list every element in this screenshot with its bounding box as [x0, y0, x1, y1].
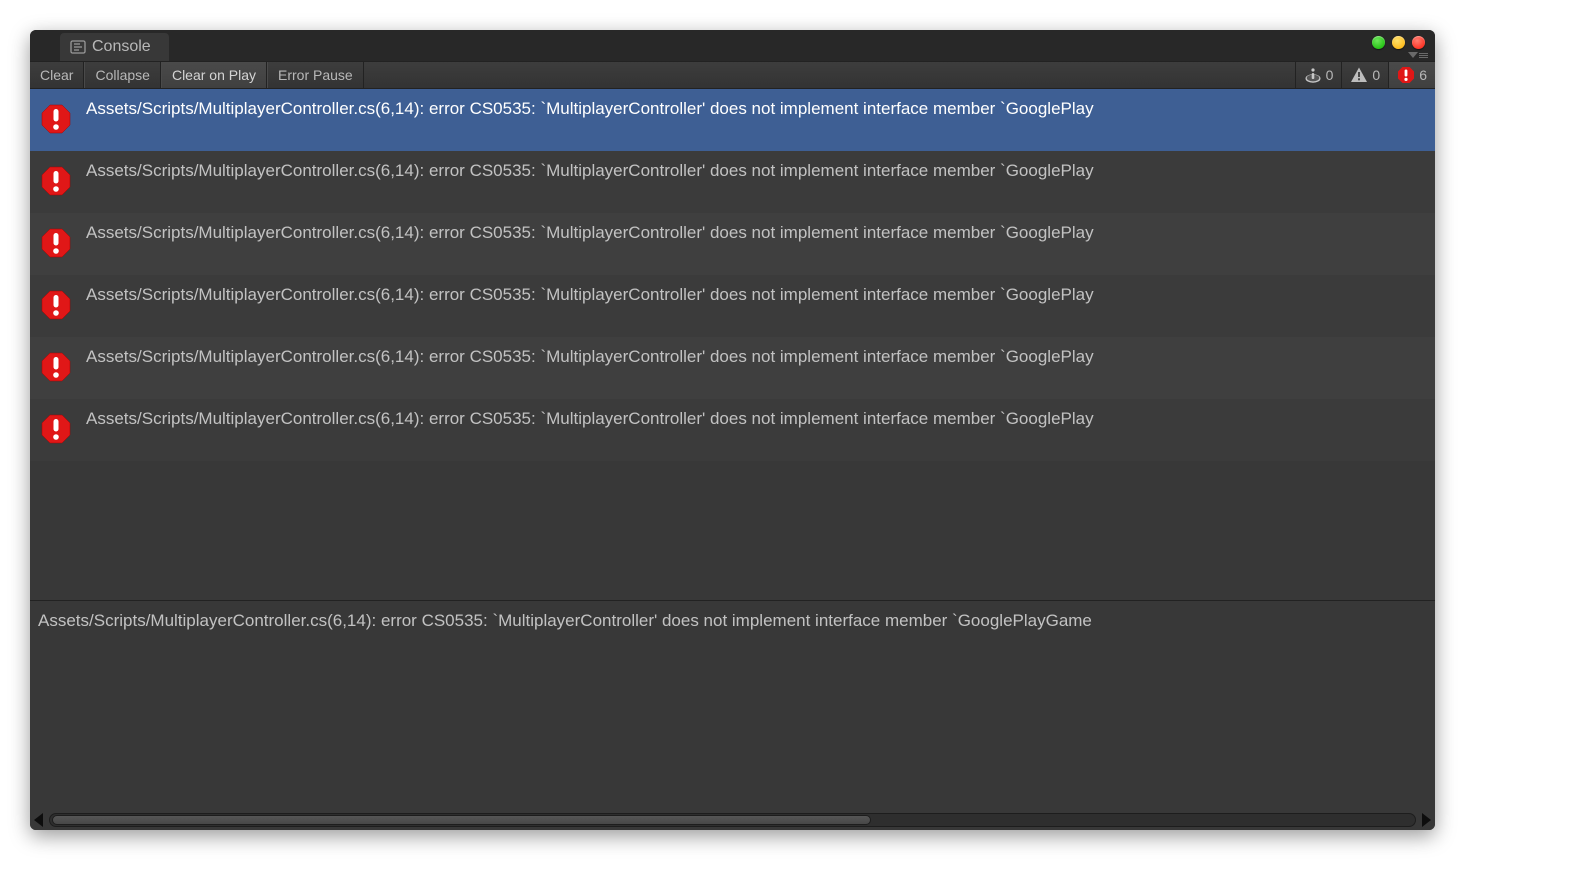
clear-on-play-toggle[interactable]: Clear on Play	[161, 62, 267, 88]
log-message: Assets/Scripts/MultiplayerController.cs(…	[86, 159, 1094, 181]
tab-label: Console	[92, 38, 151, 56]
console-toolbar: Clear Collapse Clear on Play Error Pause…	[30, 61, 1435, 89]
chevron-down-icon	[1408, 52, 1418, 58]
console-window: Console Clear Collapse Clear on Play Err…	[30, 30, 1435, 830]
scrollbar-thumb[interactable]	[52, 815, 871, 825]
error-icon	[40, 351, 72, 383]
scroll-left-arrow-icon[interactable]	[34, 813, 43, 827]
error-icon	[40, 165, 72, 197]
log-row[interactable]: Assets/Scripts/MultiplayerController.cs(…	[30, 337, 1435, 399]
error-icon	[40, 289, 72, 321]
log-row[interactable]: Assets/Scripts/MultiplayerController.cs(…	[30, 399, 1435, 461]
log-list-empty-area	[30, 461, 1435, 600]
scrollbar-trough[interactable]	[49, 813, 1416, 827]
menu-icon	[1419, 53, 1428, 58]
error-filter-toggle[interactable]: 6	[1388, 62, 1435, 88]
window-minimize-button[interactable]	[1392, 36, 1405, 49]
log-row[interactable]: Assets/Scripts/MultiplayerController.cs(…	[30, 151, 1435, 213]
info-icon	[1304, 66, 1322, 84]
tab-bar: Console	[30, 30, 1435, 61]
log-detail-text: Assets/Scripts/MultiplayerController.cs(…	[38, 611, 1092, 630]
log-message: Assets/Scripts/MultiplayerController.cs(…	[86, 283, 1094, 305]
tab-console[interactable]: Console	[60, 33, 169, 61]
warning-icon	[1350, 66, 1368, 84]
log-message: Assets/Scripts/MultiplayerController.cs(…	[86, 97, 1094, 119]
warning-filter-toggle[interactable]: 0	[1341, 62, 1388, 88]
error-count: 6	[1419, 67, 1427, 83]
window-zoom-button[interactable]	[1372, 36, 1385, 49]
log-row[interactable]: Assets/Scripts/MultiplayerController.cs(…	[30, 275, 1435, 337]
panel-options-dropdown[interactable]	[1408, 52, 1428, 58]
window-close-button[interactable]	[1412, 36, 1425, 49]
log-list[interactable]: Assets/Scripts/MultiplayerController.cs(…	[30, 89, 1435, 461]
scroll-right-arrow-icon[interactable]	[1422, 813, 1431, 827]
log-row[interactable]: Assets/Scripts/MultiplayerController.cs(…	[30, 89, 1435, 151]
collapse-toggle[interactable]: Collapse	[84, 62, 160, 88]
error-icon	[40, 227, 72, 259]
log-message: Assets/Scripts/MultiplayerController.cs(…	[86, 407, 1094, 429]
warning-count: 0	[1372, 67, 1380, 83]
error-icon	[1397, 66, 1415, 84]
info-filter-toggle[interactable]: 0	[1295, 62, 1342, 88]
clear-button[interactable]: Clear	[30, 62, 84, 88]
error-pause-toggle[interactable]: Error Pause	[267, 62, 364, 88]
horizontal-scrollbar[interactable]	[30, 810, 1435, 830]
window-traffic-lights	[1372, 36, 1425, 49]
console-tab-icon	[70, 39, 86, 55]
log-message: Assets/Scripts/MultiplayerController.cs(…	[86, 345, 1094, 367]
error-icon	[40, 103, 72, 135]
log-row[interactable]: Assets/Scripts/MultiplayerController.cs(…	[30, 213, 1435, 275]
error-icon	[40, 413, 72, 445]
log-message: Assets/Scripts/MultiplayerController.cs(…	[86, 221, 1094, 243]
log-detail-pane[interactable]: Assets/Scripts/MultiplayerController.cs(…	[30, 600, 1435, 810]
info-count: 0	[1326, 67, 1334, 83]
